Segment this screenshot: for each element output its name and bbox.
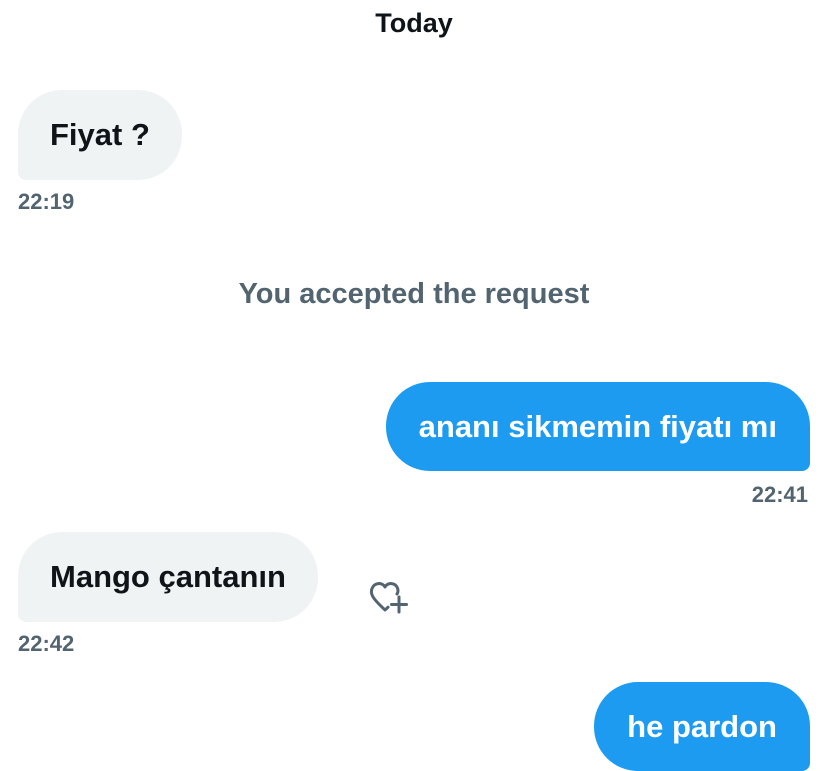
message-timestamp: 22:41: [751, 482, 808, 507]
request-accepted-notice: You accepted the request: [238, 278, 590, 310]
message-text: Fiyat ?: [50, 117, 150, 152]
heart-plus-icon[interactable]: [366, 578, 412, 618]
message-timestamp: 22:19: [18, 189, 75, 214]
message-text: ananı sikmemin fiyatı mı: [418, 408, 777, 444]
message-text: Mango çantanın: [50, 559, 286, 594]
message-timestamp: 22:42: [18, 631, 75, 656]
message-bubble-incoming[interactable]: Mango çantanın: [18, 532, 318, 622]
message-bubble-incoming[interactable]: Fiyat ?: [18, 90, 182, 180]
date-header: Today: [375, 8, 453, 38]
message-bubble-outgoing[interactable]: ananı sikmemin fiyatı mı: [385, 382, 810, 471]
